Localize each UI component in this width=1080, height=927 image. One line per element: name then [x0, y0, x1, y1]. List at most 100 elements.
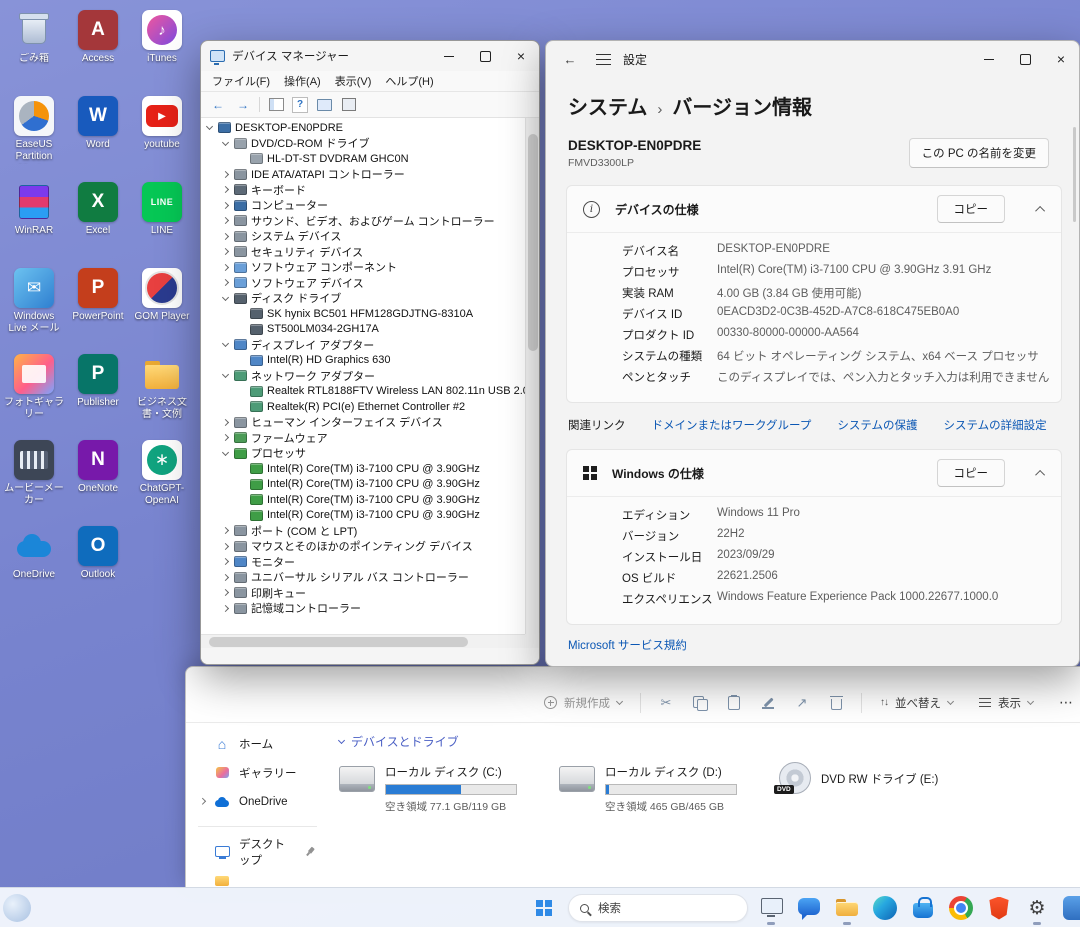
widgets-icon[interactable]	[3, 894, 31, 922]
tree-item[interactable]: モニター	[201, 554, 525, 570]
tree-item[interactable]: Intel(R) Core(TM) i3-7100 CPU @ 3.90GHz	[201, 461, 525, 477]
tree-item[interactable]: ディスプレイ アダプター	[201, 337, 525, 353]
desktop-icon-outlook[interactable]: OOutlook	[68, 526, 128, 581]
properties-icon[interactable]	[340, 96, 358, 114]
settings-titlebar[interactable]: ← 設定 ×	[546, 41, 1079, 77]
drive-item[interactable]: DVD RW ドライブ (E:)	[779, 762, 999, 814]
chevron-up-icon[interactable]	[1035, 205, 1045, 215]
desktop-icon-line[interactable]: LINELINE	[132, 182, 192, 237]
sidebar-item-home[interactable]: ⌂ホーム	[192, 729, 323, 758]
menu-item[interactable]: 操作(A)	[277, 71, 328, 91]
expander-icon[interactable]	[222, 589, 229, 596]
desktop-icon-itunes[interactable]: ♪iTunes	[132, 10, 192, 65]
expander-icon[interactable]	[222, 217, 229, 224]
desktop-icon-youtube[interactable]: ▶youtube	[132, 96, 192, 151]
chrome-icon[interactable]	[942, 890, 980, 926]
back-icon[interactable]: ←	[556, 52, 584, 67]
scan-icon[interactable]	[315, 96, 333, 114]
tree-item[interactable]: 印刷キュー	[201, 585, 525, 601]
help-icon[interactable]: ?	[292, 97, 308, 113]
search-input[interactable]: 検索	[568, 894, 748, 922]
sidebar-item-onedrive[interactable]: OneDrive	[192, 787, 323, 816]
desktop-icon-excel[interactable]: XExcel	[68, 182, 128, 237]
horizontal-scrollbar[interactable]	[201, 634, 525, 648]
menu-item[interactable]: 表示(V)	[328, 71, 379, 91]
minimize-button[interactable]	[971, 41, 1007, 77]
expander-icon[interactable]	[222, 449, 229, 456]
tree-item[interactable]: サウンド、ビデオ、およびゲーム コントローラー	[201, 213, 525, 229]
sidebar-item-desktop[interactable]: デスクトップ	[192, 837, 323, 866]
expander-icon[interactable]	[222, 279, 229, 286]
minimize-button[interactable]	[431, 41, 467, 71]
tree-item[interactable]: Realtek RTL8188FTV Wireless LAN 802.11n …	[201, 384, 525, 400]
expander-icon[interactable]	[222, 233, 229, 240]
desktop-icon-business-docs[interactable]: ビジネス文書・文例	[132, 354, 192, 421]
expander-icon[interactable]	[222, 139, 229, 146]
windows-spec-header[interactable]: Windows の仕様 コピー	[567, 450, 1061, 496]
related-link[interactable]: ドメインまたはワークグループ	[652, 417, 812, 433]
chevron-up-icon[interactable]	[1035, 469, 1045, 479]
tree-item[interactable]: HL-DT-ST DVDRAM GHC0N	[201, 151, 525, 167]
store-icon[interactable]	[904, 890, 942, 926]
close-button[interactable]: ×	[503, 41, 539, 71]
tree-item[interactable]: キーボード	[201, 182, 525, 198]
scrollbar-thumb[interactable]	[1073, 127, 1076, 222]
desktop-icon-photo-gallery[interactable]: フォトギャラリー	[4, 354, 64, 421]
scrollbar-thumb[interactable]	[209, 637, 468, 647]
sidebar-item-gallery[interactable]: ギャラリー	[192, 758, 323, 787]
desktop-icon-recycle-bin[interactable]: ごみ箱	[4, 10, 64, 65]
tree-item[interactable]: Intel(R) Core(TM) i3-7100 CPU @ 3.90GHz	[201, 508, 525, 524]
settings-icon[interactable]: ⚙	[1018, 890, 1056, 926]
rename-icon[interactable]	[753, 690, 783, 716]
pinned-app-icon[interactable]	[1056, 890, 1080, 926]
expander-icon[interactable]	[222, 294, 229, 301]
tree-item[interactable]: セキュリティ デバイス	[201, 244, 525, 260]
desktop-icon-winrar[interactable]: WinRAR	[4, 182, 64, 237]
rename-pc-button[interactable]: この PC の名前を変更	[909, 138, 1049, 168]
tree-item[interactable]: ST500LM034-2GH17A	[201, 322, 525, 338]
tree-item[interactable]: Intel(R) HD Graphics 630	[201, 353, 525, 369]
device-manager-titlebar[interactable]: デバイス マネージャー ×	[201, 41, 539, 71]
new-item-button[interactable]: 新規作成	[536, 690, 630, 716]
tree-item[interactable]: コンピューター	[201, 198, 525, 214]
edge-icon[interactable]	[866, 890, 904, 926]
related-link[interactable]: システムの詳細設定	[944, 417, 1047, 433]
maximize-button[interactable]	[1007, 41, 1043, 77]
tree-item[interactable]: ソフトウェア デバイス	[201, 275, 525, 291]
desktop-icon-easeus-partition[interactable]: EaseUS Partition Master	[4, 96, 64, 164]
expander-icon[interactable]	[206, 123, 213, 130]
close-button[interactable]: ×	[1043, 41, 1079, 77]
cut-icon[interactable]: ✂	[651, 690, 681, 716]
copy-icon[interactable]	[685, 690, 715, 716]
copy-button[interactable]: コピー	[937, 195, 1006, 223]
tree-item[interactable]: SK hynix BC501 HFM128GDJTNG-8310A	[201, 306, 525, 322]
tree-item[interactable]: ファームウェア	[201, 430, 525, 446]
desktop-icon-access[interactable]: AAccess	[68, 10, 128, 65]
expander-icon[interactable]	[222, 202, 229, 209]
tree-item[interactable]: ソフトウェア コンポーネント	[201, 260, 525, 276]
forward-icon[interactable]: →	[234, 96, 252, 114]
device-manager-icon[interactable]	[752, 890, 790, 926]
tree-item[interactable]: Realtek(R) PCI(e) Ethernet Controller #2	[201, 399, 525, 415]
desktop-icon-onedrive[interactable]: OneDrive	[4, 526, 64, 581]
expander-icon[interactable]	[222, 371, 229, 378]
desktop-icon-publisher[interactable]: PPublisher	[68, 354, 128, 409]
sidebar-item-partial[interactable]	[192, 866, 323, 887]
copy-button[interactable]: コピー	[937, 459, 1006, 487]
view-button[interactable]: 表示	[971, 690, 1041, 716]
start-button[interactable]	[527, 893, 561, 923]
tree-item[interactable]: プロセッサ	[201, 446, 525, 462]
tree-item[interactable]: ヒューマン インターフェイス デバイス	[201, 415, 525, 431]
desktop-icon-windows-live-mail[interactable]: ✉Windows Live メール	[4, 268, 64, 335]
footer-link[interactable]: Microsoft ソフトウェア ライセンス条項	[568, 664, 1057, 666]
footer-link[interactable]: Microsoft サービス規約	[568, 637, 1057, 653]
desktop-icon-gom-player[interactable]: GOM Player	[132, 268, 192, 323]
tree-item[interactable]: システム デバイス	[201, 229, 525, 245]
tree-item[interactable]: 記憶域コントローラー	[201, 601, 525, 617]
desktop-icon-onenote[interactable]: NOneNote	[68, 440, 128, 495]
expander-icon[interactable]	[222, 340, 229, 347]
drive-item[interactable]: ローカル ディスク (C:)空き領域 77.1 GB/119 GB	[339, 762, 559, 814]
chat-icon[interactable]	[790, 890, 828, 926]
hamburger-menu-icon[interactable]	[596, 54, 611, 65]
tree-item[interactable]: ユニバーサル シリアル バス コントローラー	[201, 570, 525, 586]
